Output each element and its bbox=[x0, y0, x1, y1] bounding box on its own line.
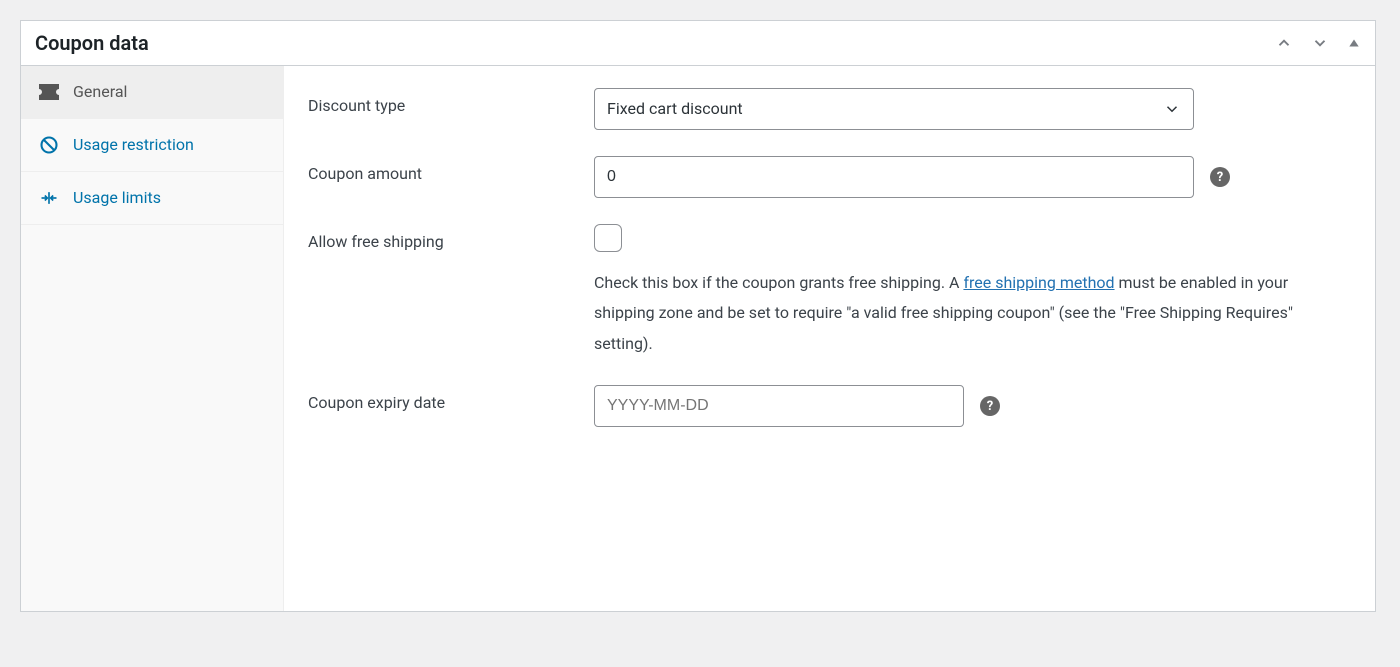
field-label: Coupon expiry date bbox=[308, 385, 594, 412]
panel-move-down-icon[interactable] bbox=[1311, 34, 1329, 52]
panel-actions bbox=[1275, 34, 1361, 52]
panel-header: Coupon data bbox=[21, 21, 1375, 66]
panel-move-up-icon[interactable] bbox=[1275, 34, 1293, 52]
field-label: Allow free shipping bbox=[308, 224, 594, 251]
sidebar-item-usage-limits[interactable]: Usage limits bbox=[21, 172, 283, 225]
field-coupon-amount: Coupon amount ? bbox=[308, 156, 1351, 198]
sidebar-item-label: Usage restriction bbox=[73, 133, 194, 157]
help-icon[interactable]: ? bbox=[980, 396, 1000, 416]
field-label: Discount type bbox=[308, 88, 594, 115]
field-free-shipping: Allow free shipping Check this box if th… bbox=[308, 224, 1351, 359]
panel-toggle-icon[interactable] bbox=[1347, 36, 1361, 50]
contract-icon bbox=[39, 188, 59, 208]
chevron-down-icon bbox=[1163, 100, 1181, 118]
free-shipping-method-link[interactable]: free shipping method bbox=[963, 273, 1114, 292]
help-icon[interactable]: ? bbox=[1210, 167, 1230, 187]
sidebar: General Usage restriction bbox=[21, 66, 284, 611]
select-value: Fixed cart discount bbox=[607, 97, 743, 121]
coupon-data-panel: Coupon data General bbox=[20, 20, 1376, 612]
field-expiry-date: Coupon expiry date ? bbox=[308, 385, 1351, 427]
field-label: Coupon amount bbox=[308, 156, 594, 183]
content-general: Discount type Fixed cart discount Coupon… bbox=[284, 66, 1375, 611]
expiry-date-input[interactable] bbox=[594, 385, 964, 427]
sidebar-item-label: General bbox=[73, 80, 127, 104]
sidebar-item-usage-restriction[interactable]: Usage restriction bbox=[21, 119, 283, 172]
desc-text-before: Check this box if the coupon grants free… bbox=[594, 273, 963, 292]
ban-icon bbox=[39, 135, 59, 155]
panel-body: General Usage restriction bbox=[21, 66, 1375, 611]
coupon-amount-input[interactable] bbox=[594, 156, 1194, 198]
sidebar-item-label: Usage limits bbox=[73, 186, 161, 210]
discount-type-select[interactable]: Fixed cart discount bbox=[594, 88, 1194, 130]
free-shipping-description: Check this box if the coupon grants free… bbox=[594, 268, 1351, 359]
free-shipping-checkbox[interactable] bbox=[594, 224, 622, 252]
ticket-icon bbox=[39, 82, 59, 102]
sidebar-item-general[interactable]: General bbox=[21, 66, 283, 119]
field-discount-type: Discount type Fixed cart discount bbox=[308, 88, 1351, 130]
panel-title: Coupon data bbox=[35, 31, 149, 55]
